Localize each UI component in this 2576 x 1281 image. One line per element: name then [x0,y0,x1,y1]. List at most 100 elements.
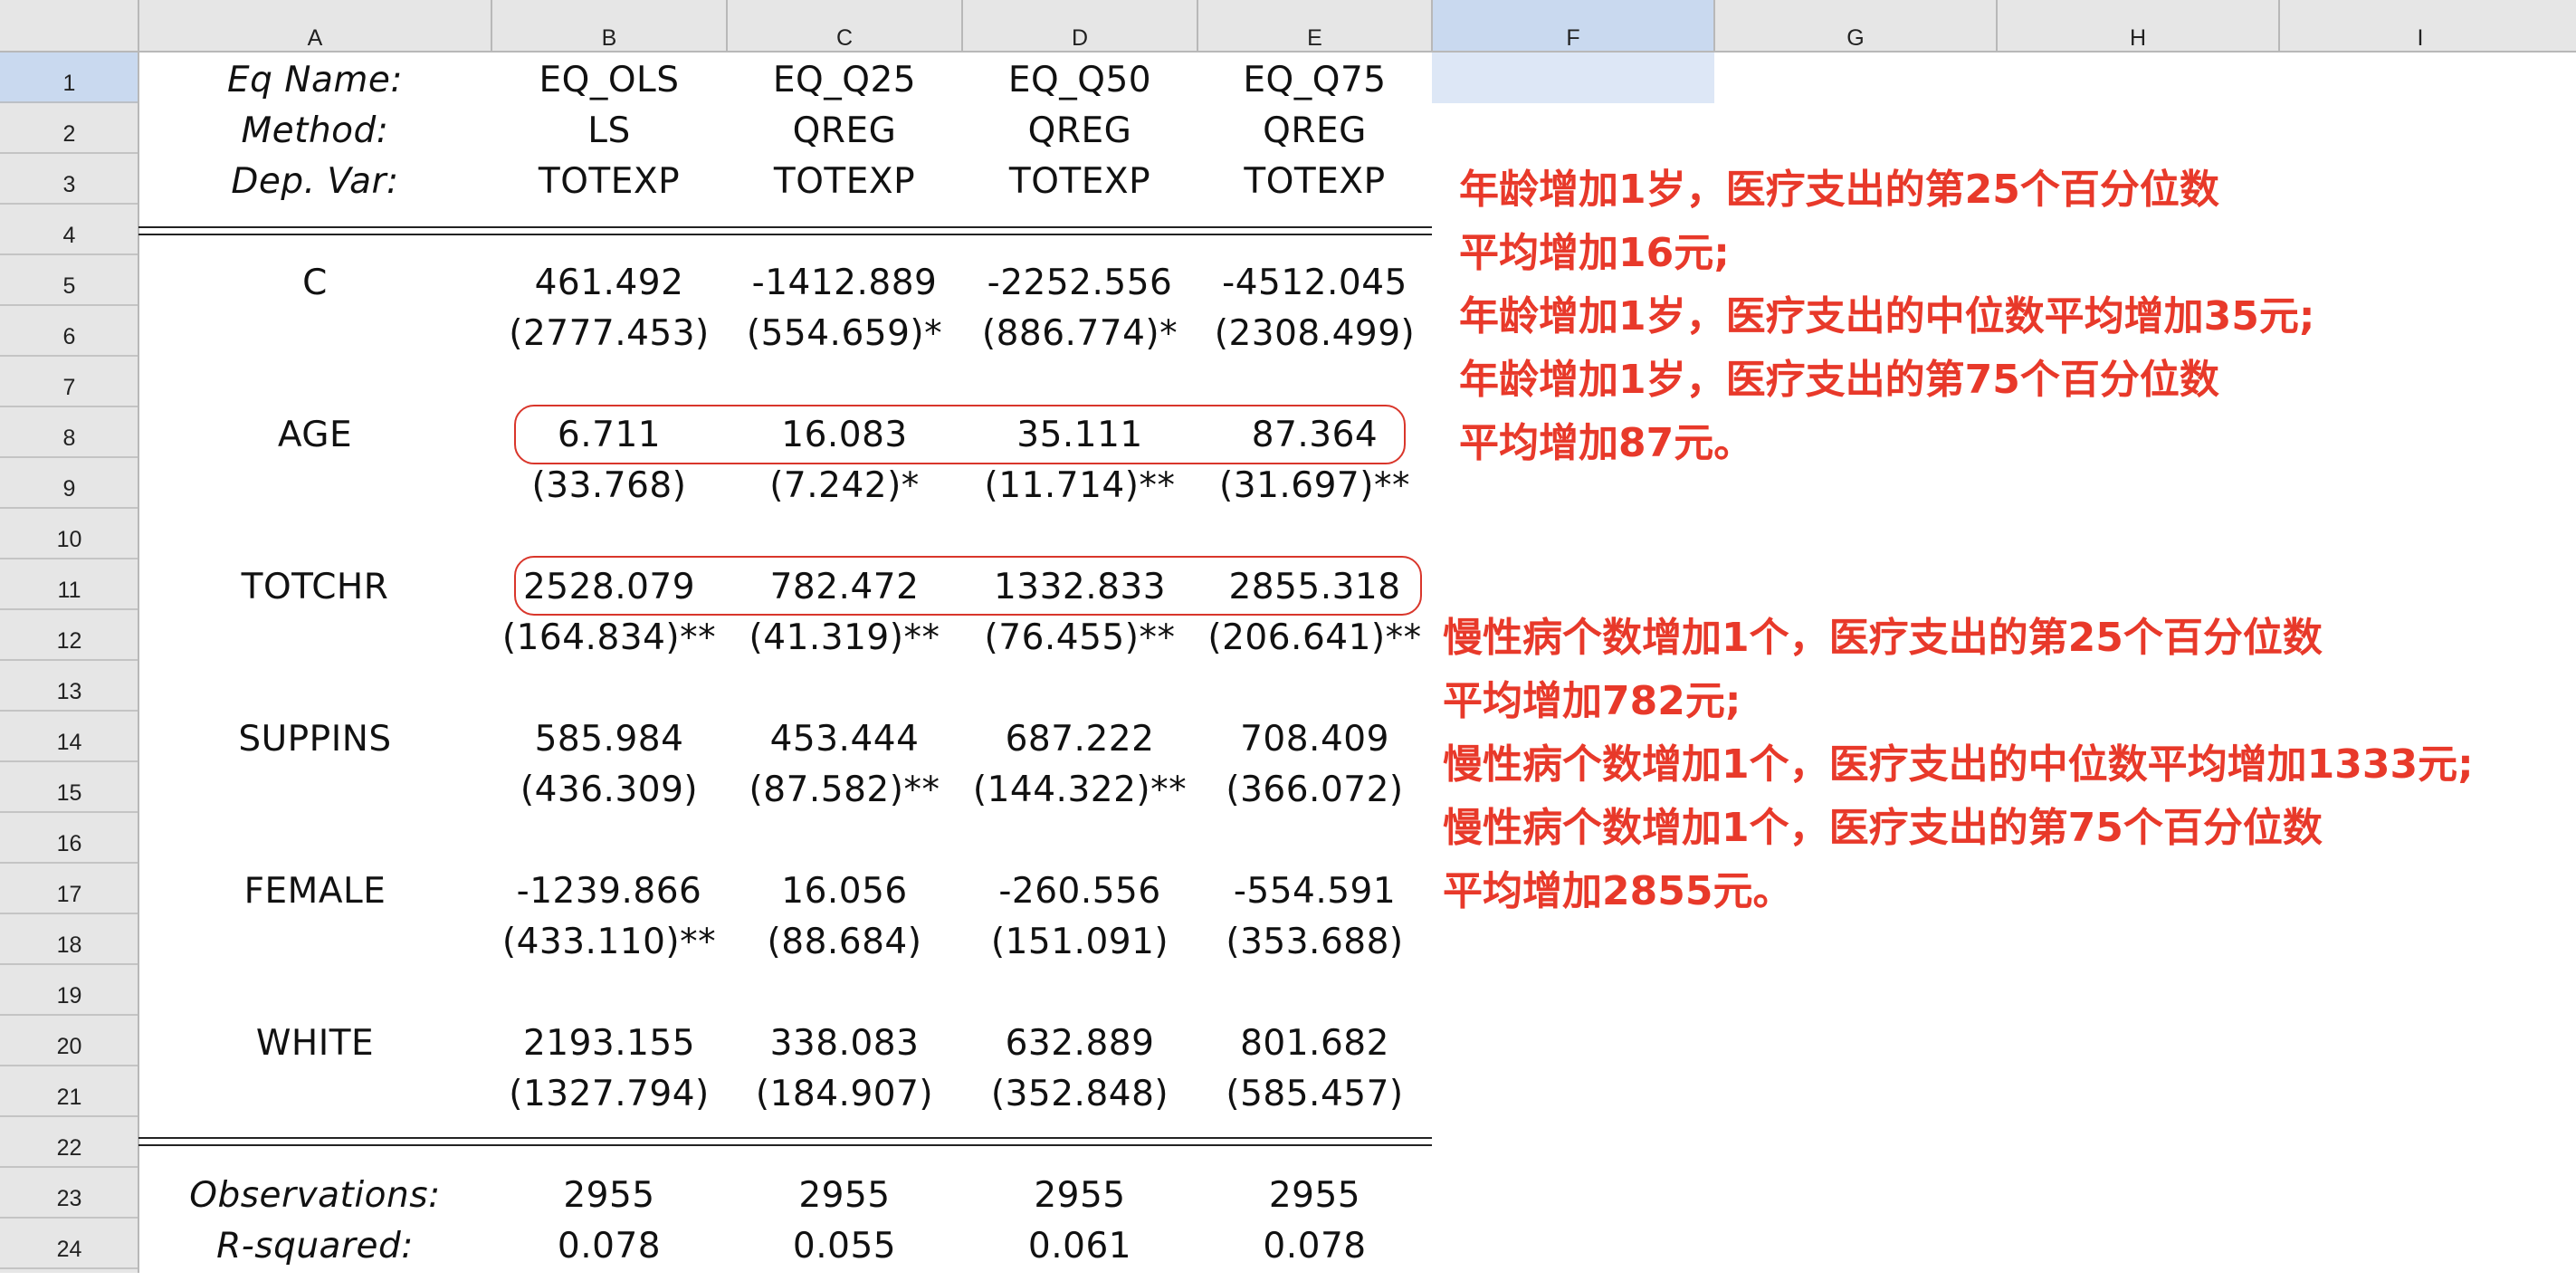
column-header-a[interactable]: A [138,20,491,52]
std-error-cell[interactable]: (7.242)* [727,461,962,511]
row-header-3[interactable]: 3 [0,153,138,204]
std-error-cell[interactable]: (886.774)* [962,309,1197,359]
row-header-22[interactable]: 22 [0,1116,138,1167]
coefficient-cell[interactable]: -4512.045 [1197,258,1432,309]
coefficient-cell[interactable]: 585.984 [491,714,727,765]
variable-name[interactable]: C [138,258,491,309]
row-header-11[interactable]: 11 [0,559,138,609]
footer-cell[interactable]: 2955 [491,1171,727,1221]
row-header-17[interactable]: 17 [0,863,138,913]
coefficient-cell[interactable]: -260.556 [962,866,1197,917]
std-error-cell[interactable]: (88.684) [727,917,962,968]
row-header-23[interactable]: 23 [0,1167,138,1218]
coefficient-cell[interactable]: 801.682 [1197,1018,1432,1069]
header-cell[interactable]: TOTEXP [491,157,727,207]
row-header-10[interactable]: 10 [0,508,138,559]
row-header-16[interactable]: 16 [0,812,138,863]
row-header-14[interactable]: 14 [0,711,138,761]
header-cell[interactable]: TOTEXP [962,157,1197,207]
column-header-c[interactable]: C [727,20,962,52]
variable-name[interactable]: WHITE [138,1018,491,1069]
column-header-e[interactable]: E [1197,20,1432,52]
row-header-24[interactable]: 24 [0,1218,138,1268]
std-error-cell[interactable]: (41.319)** [727,613,962,664]
coefficient-cell[interactable]: 687.222 [962,714,1197,765]
row-header-12[interactable]: 12 [0,609,138,660]
header-cell[interactable]: EQ_OLS [491,55,727,106]
column-header-d[interactable]: D [962,20,1197,52]
std-error-cell[interactable]: (352.848) [962,1069,1197,1120]
coefficient-cell[interactable]: -554.591 [1197,866,1432,917]
header-cell[interactable]: QREG [1197,106,1432,157]
row-header-7[interactable]: 7 [0,356,138,406]
coefficient-cell[interactable]: 453.444 [727,714,962,765]
coefficient-cell[interactable]: -1412.889 [727,258,962,309]
row-header-8[interactable]: 8 [0,406,138,457]
footer-cell[interactable]: 0.078 [1197,1221,1432,1272]
column-header-i[interactable]: I [2279,20,2562,52]
header-label[interactable]: Method: [138,106,491,157]
header-cell[interactable]: QREG [727,106,962,157]
row-header-1[interactable]: 1 [0,52,138,102]
variable-name[interactable]: AGE [138,410,491,461]
header-cell[interactable]: QREG [962,106,1197,157]
std-error-cell[interactable]: (554.659)* [727,309,962,359]
row-header-18[interactable]: 18 [0,913,138,964]
coefficient-cell[interactable]: -1239.866 [491,866,727,917]
coefficient-cell[interactable]: 632.889 [962,1018,1197,1069]
header-cell[interactable]: TOTEXP [1197,157,1432,207]
std-error-cell[interactable]: (2308.499) [1197,309,1432,359]
column-header-f[interactable]: F [1432,20,1714,52]
std-error-cell[interactable]: (151.091) [962,917,1197,968]
std-error-cell[interactable]: (87.582)** [727,765,962,816]
coefficient-cell[interactable]: 2193.155 [491,1018,727,1069]
std-error-cell[interactable]: (33.768) [491,461,727,511]
footer-cell[interactable]: 0.061 [962,1221,1197,1272]
coefficient-cell[interactable]: -2252.556 [962,258,1197,309]
std-error-cell[interactable]: (206.641)** [1197,613,1432,664]
coefficient-cell[interactable]: 338.083 [727,1018,962,1069]
footer-cell[interactable]: 2955 [962,1171,1197,1221]
std-error-cell[interactable]: (164.834)** [491,613,727,664]
std-error-cell[interactable]: (11.714)** [962,461,1197,511]
row-header-19[interactable]: 19 [0,964,138,1015]
std-error-cell[interactable]: (433.110)** [491,917,727,968]
column-header-b[interactable]: B [491,20,727,52]
coefficient-cell[interactable]: 16.056 [727,866,962,917]
std-error-cell[interactable]: (1327.794) [491,1069,727,1120]
coefficient-cell[interactable]: 708.409 [1197,714,1432,765]
header-cell[interactable]: TOTEXP [727,157,962,207]
variable-name[interactable]: FEMALE [138,866,491,917]
row-header-13[interactable]: 13 [0,660,138,711]
footer-label[interactable]: Observations: [138,1171,491,1221]
row-header-9[interactable]: 9 [0,457,138,508]
footer-cell[interactable]: 2955 [1197,1171,1432,1221]
row-header-4[interactable]: 4 [0,204,138,254]
std-error-cell[interactable]: (353.688) [1197,917,1432,968]
std-error-cell[interactable]: (436.309) [491,765,727,816]
std-error-cell[interactable]: (585.457) [1197,1069,1432,1120]
row-header-6[interactable]: 6 [0,305,138,356]
footer-label[interactable]: R-squared: [138,1221,491,1272]
std-error-cell[interactable]: (2777.453) [491,309,727,359]
footer-cell[interactable]: 2955 [727,1171,962,1221]
std-error-cell[interactable]: (144.322)** [962,765,1197,816]
std-error-cell[interactable]: (31.697)** [1197,461,1432,511]
header-cell[interactable]: LS [491,106,727,157]
header-label[interactable]: Dep. Var: [138,157,491,207]
variable-name[interactable]: TOTCHR [138,562,491,613]
column-header-g[interactable]: G [1714,20,1997,52]
std-error-cell[interactable]: (366.072) [1197,765,1432,816]
variable-name[interactable]: SUPPINS [138,714,491,765]
row-header-15[interactable]: 15 [0,761,138,812]
header-cell[interactable]: EQ_Q75 [1197,55,1432,106]
column-header-h[interactable]: H [1997,20,2279,52]
footer-cell[interactable]: 0.078 [491,1221,727,1272]
row-header-20[interactable]: 20 [0,1015,138,1066]
coefficient-cell[interactable]: 461.492 [491,258,727,309]
footer-cell[interactable]: 0.055 [727,1221,962,1272]
header-cell[interactable]: EQ_Q25 [727,55,962,106]
header-cell[interactable]: EQ_Q50 [962,55,1197,106]
row-header-21[interactable]: 21 [0,1066,138,1116]
std-error-cell[interactable]: (76.455)** [962,613,1197,664]
